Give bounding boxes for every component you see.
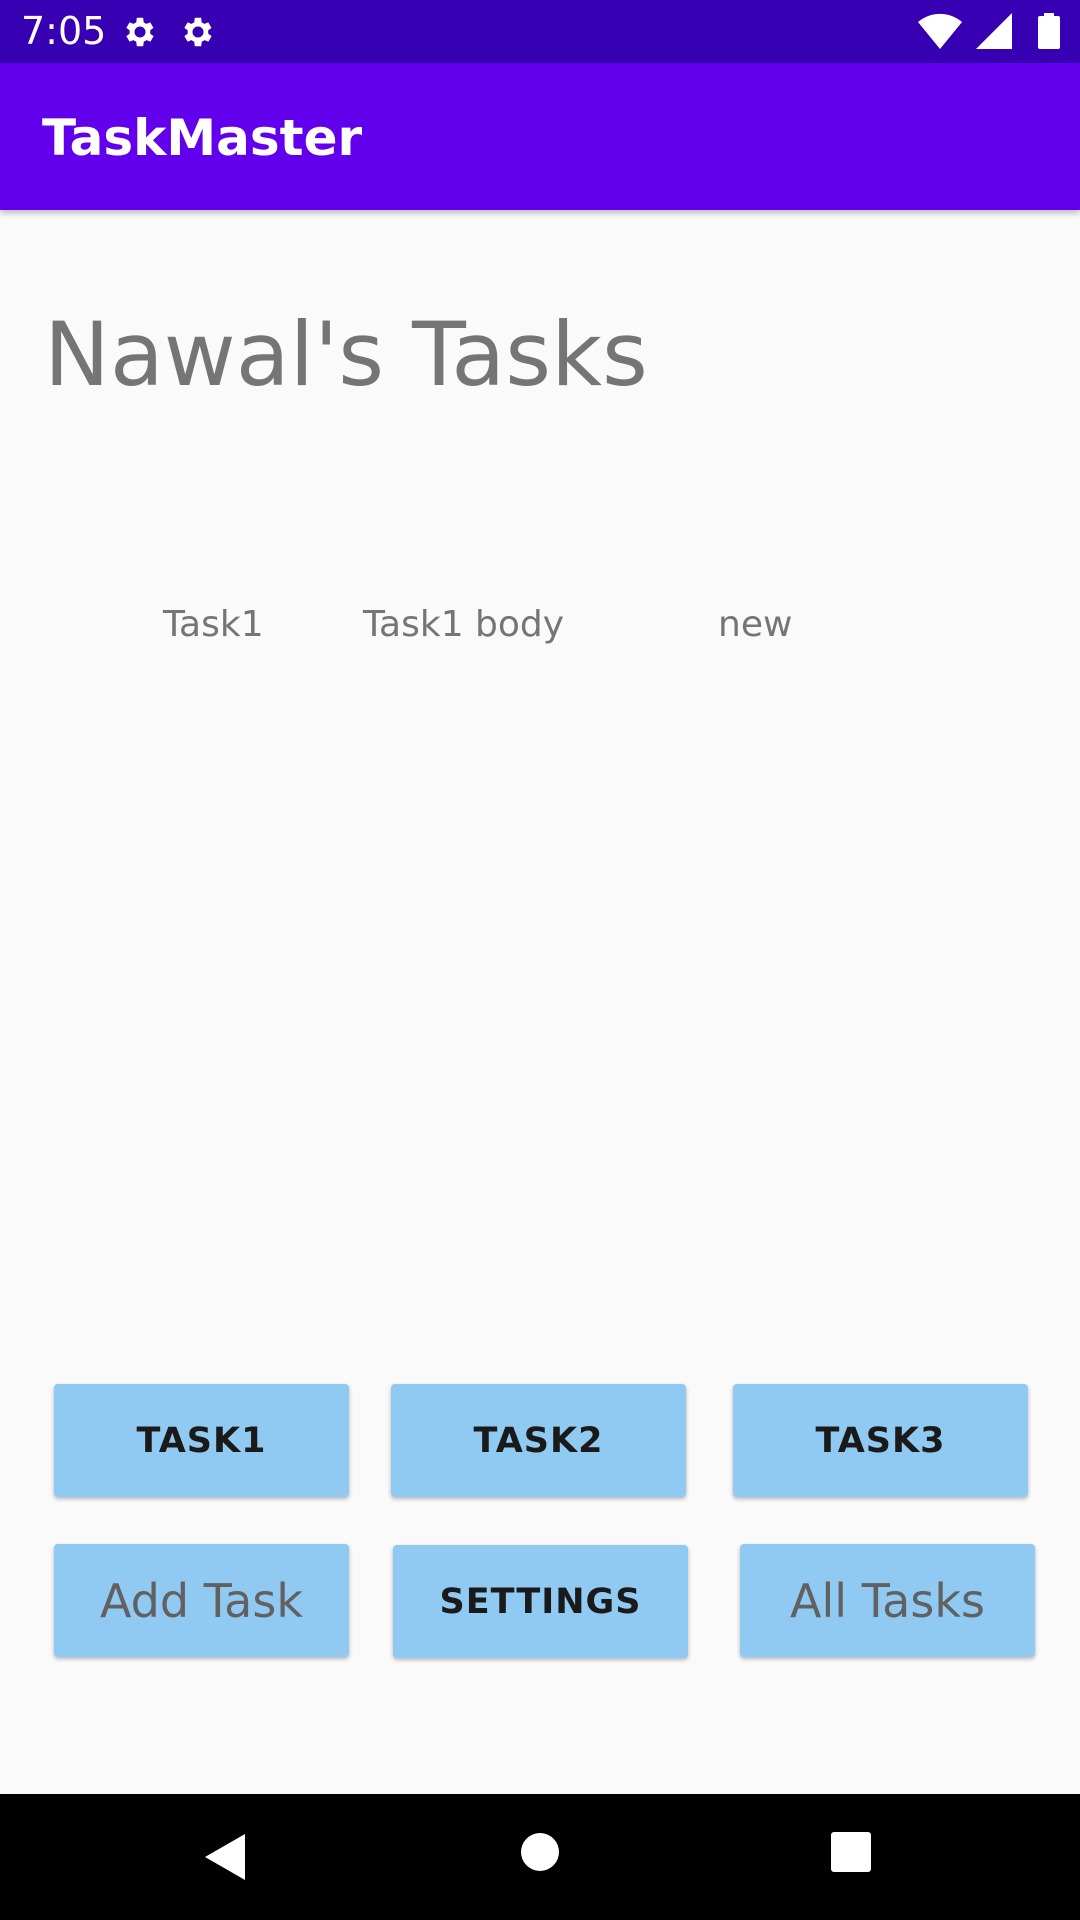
screen: 7:05 TaskMaster Nawal's Tasks Task1 Task… [0, 0, 1080, 1920]
status-bar: 7:05 [0, 0, 1080, 63]
app-title: TaskMaster [42, 109, 363, 167]
navigation-bar [0, 1794, 1080, 1920]
task-state: new [718, 604, 793, 645]
settings-button[interactable]: SETTINGS [393, 1545, 688, 1658]
all-tasks-button[interactable]: All Tasks [740, 1544, 1035, 1657]
task-body: Task1 body [363, 604, 565, 645]
wifi-icon [918, 13, 962, 49]
task1-button[interactable]: TASK1 [54, 1384, 349, 1497]
app-bar: TaskMaster [0, 63, 1080, 210]
status-time: 7:05 [21, 9, 107, 53]
add-task-button[interactable]: Add Task [54, 1544, 349, 1657]
signal-icon [976, 13, 1012, 49]
task3-button[interactable]: TASK3 [733, 1384, 1028, 1497]
recents-icon[interactable] [831, 1832, 871, 1872]
gear-icon [126, 17, 154, 47]
back-icon[interactable] [205, 1834, 245, 1880]
gear-icon [184, 17, 212, 47]
status-icons [910, 13, 1060, 51]
home-icon[interactable] [520, 1832, 560, 1872]
task-title: Task1 [163, 604, 264, 645]
task2-button[interactable]: TASK2 [391, 1384, 686, 1497]
battery-icon [1038, 13, 1060, 49]
page-title: Nawal's Tasks [44, 303, 648, 406]
